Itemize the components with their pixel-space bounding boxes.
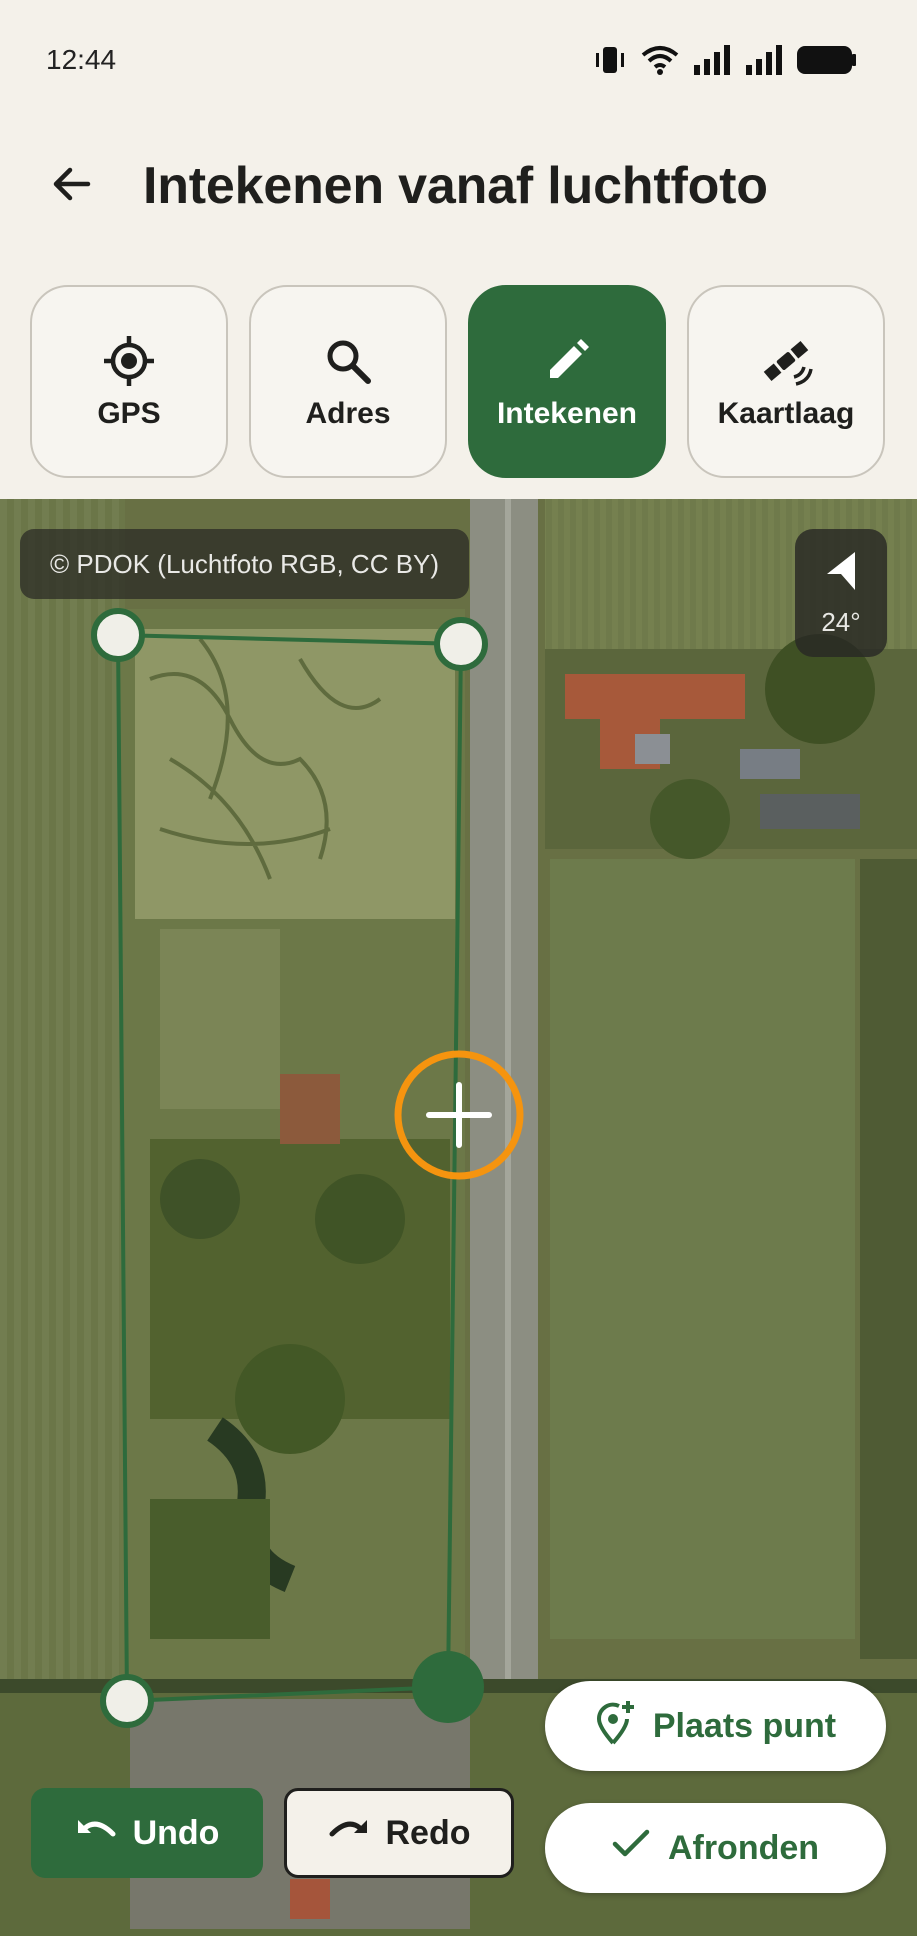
finish-button[interactable]: Afronden <box>545 1803 886 1893</box>
compass-button[interactable]: 24° <box>795 529 887 657</box>
search-icon <box>320 333 376 389</box>
signal-icon <box>693 45 731 75</box>
battery-icon <box>797 45 857 75</box>
tab-gps[interactable]: GPS <box>30 285 228 478</box>
tab-intekenen[interactable]: Intekenen <box>468 285 666 478</box>
undo-button[interactable]: Undo <box>31 1788 263 1878</box>
check-icon <box>612 1829 650 1868</box>
polygon-vertex[interactable] <box>100 1674 154 1728</box>
tab-gps-label: GPS <box>97 396 161 430</box>
undo-icon <box>75 1814 117 1853</box>
satellite-icon <box>758 333 814 389</box>
finish-label: Afronden <box>667 1828 820 1867</box>
place-point-button[interactable]: Plaats punt <box>545 1681 886 1771</box>
signal-icon <box>745 45 783 75</box>
compass-bearing: 24° <box>821 607 861 637</box>
aerial-map[interactable]: © PDOK (Luchtfoto RGB, CC BY) 24° Plaats… <box>0 499 917 1936</box>
app-bar: Intekenen vanaf luchtfoto <box>0 120 917 250</box>
wifi-icon <box>641 44 679 76</box>
status-icons <box>593 40 857 80</box>
undo-label: Undo <box>132 1813 220 1852</box>
redo-button[interactable]: Redo <box>284 1788 514 1878</box>
gps-target-icon <box>101 333 157 389</box>
pencil-icon <box>539 333 595 389</box>
add-location-icon <box>595 1699 635 1754</box>
vibrate-icon <box>593 43 627 77</box>
back-button[interactable] <box>36 150 108 222</box>
mode-tabs: GPS Adres Intekenen Kaartlaag <box>30 285 890 478</box>
tab-kaartlaag-label: Kaartlaag <box>717 396 855 430</box>
redo-label: Redo <box>385 1813 471 1852</box>
redo-icon <box>328 1814 370 1853</box>
polygon-vertex[interactable] <box>434 617 488 671</box>
page-title: Intekenen vanaf luchtfoto <box>143 157 768 215</box>
polygon-vertex[interactable] <box>91 608 145 662</box>
tab-adres[interactable]: Adres <box>249 285 447 478</box>
tab-intekenen-label: Intekenen <box>496 396 638 430</box>
tab-kaartlaag[interactable]: Kaartlaag <box>687 285 885 478</box>
place-point-label: Plaats punt <box>652 1706 837 1745</box>
map-attribution: © PDOK (Luchtfoto RGB, CC BY) <box>20 529 470 599</box>
arrow-back-icon <box>48 160 96 213</box>
polygon-vertex-active[interactable] <box>412 1651 484 1723</box>
status-bar: 12:44 <box>0 0 917 120</box>
status-time: 12:44 <box>46 44 117 75</box>
navigation-arrow-icon <box>821 548 861 597</box>
tab-adres-label: Adres <box>305 396 391 430</box>
